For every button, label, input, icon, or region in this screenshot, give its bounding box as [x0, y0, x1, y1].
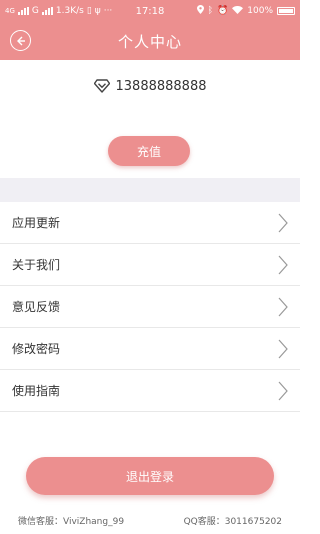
network-type-label: 4G [5, 7, 15, 15]
notification-icon: ▯ [86, 6, 92, 16]
menu-item-label: 修改密码 [12, 342, 61, 356]
status-bar: 4G G 1.3K/s ▯ ψ ··· 17:18 ᛒ ⏰ 100% [0, 0, 300, 22]
phone-row: 13888888888 [0, 76, 300, 96]
menu-item-about-us[interactable]: 关于我们 [0, 244, 300, 286]
bluetooth-icon: ᛒ [207, 6, 214, 16]
menu-item-label: 关于我们 [12, 258, 61, 272]
page-title: 个人中心 [117, 32, 182, 51]
menu-item-label: 使用指南 [12, 384, 61, 398]
back-arrow-icon [16, 36, 25, 45]
phone-number: 13888888888 [115, 78, 207, 94]
chevron-right-icon [278, 339, 288, 358]
usb-icon: ψ [94, 6, 101, 16]
wifi-icon [232, 5, 244, 17]
menu-item-app-update[interactable]: 应用更新 [0, 202, 300, 244]
diamond-icon [93, 79, 110, 93]
logout-button[interactable]: 退出登录 [26, 457, 274, 495]
chevron-right-icon [278, 381, 288, 400]
signal-icon-2 [41, 7, 53, 15]
chevron-right-icon [278, 255, 288, 274]
menu-item-user-guide[interactable]: 使用指南 [0, 370, 300, 412]
alarm-icon: ⏰ [217, 6, 229, 16]
location-icon [196, 5, 204, 17]
more-icon: ··· [103, 6, 113, 16]
menu-item-label: 应用更新 [12, 216, 61, 230]
signal-icon [17, 7, 29, 15]
account-section: 13888888888 充值 [0, 60, 300, 178]
wechat-service: 微信客服：ViviZhang_99 [18, 517, 125, 527]
footer: 微信客服：ViviZhang_99 QQ客服：3011675202 [0, 514, 300, 532]
recharge-button[interactable]: 充值 [108, 136, 190, 166]
section-divider [0, 178, 300, 202]
menu-item-feedback[interactable]: 意见反馈 [0, 286, 300, 328]
chevron-right-icon [278, 213, 288, 232]
menu-item-change-password[interactable]: 修改密码 [0, 328, 300, 370]
chevron-right-icon [278, 297, 288, 316]
qq-service: QQ客服：3011675202 [183, 517, 282, 527]
menu-item-label: 意见反馈 [12, 300, 61, 314]
network-speed: 1.3K/s [55, 6, 84, 16]
battery-percent: 100% [247, 6, 273, 16]
menu-list: 应用更新 关于我们 意见反馈 修改密码 使用指南 [0, 202, 300, 412]
carrier-label: G [31, 6, 39, 16]
back-button[interactable] [10, 30, 31, 51]
nav-bar: 个人中心 [0, 22, 300, 60]
battery-icon [277, 7, 295, 15]
